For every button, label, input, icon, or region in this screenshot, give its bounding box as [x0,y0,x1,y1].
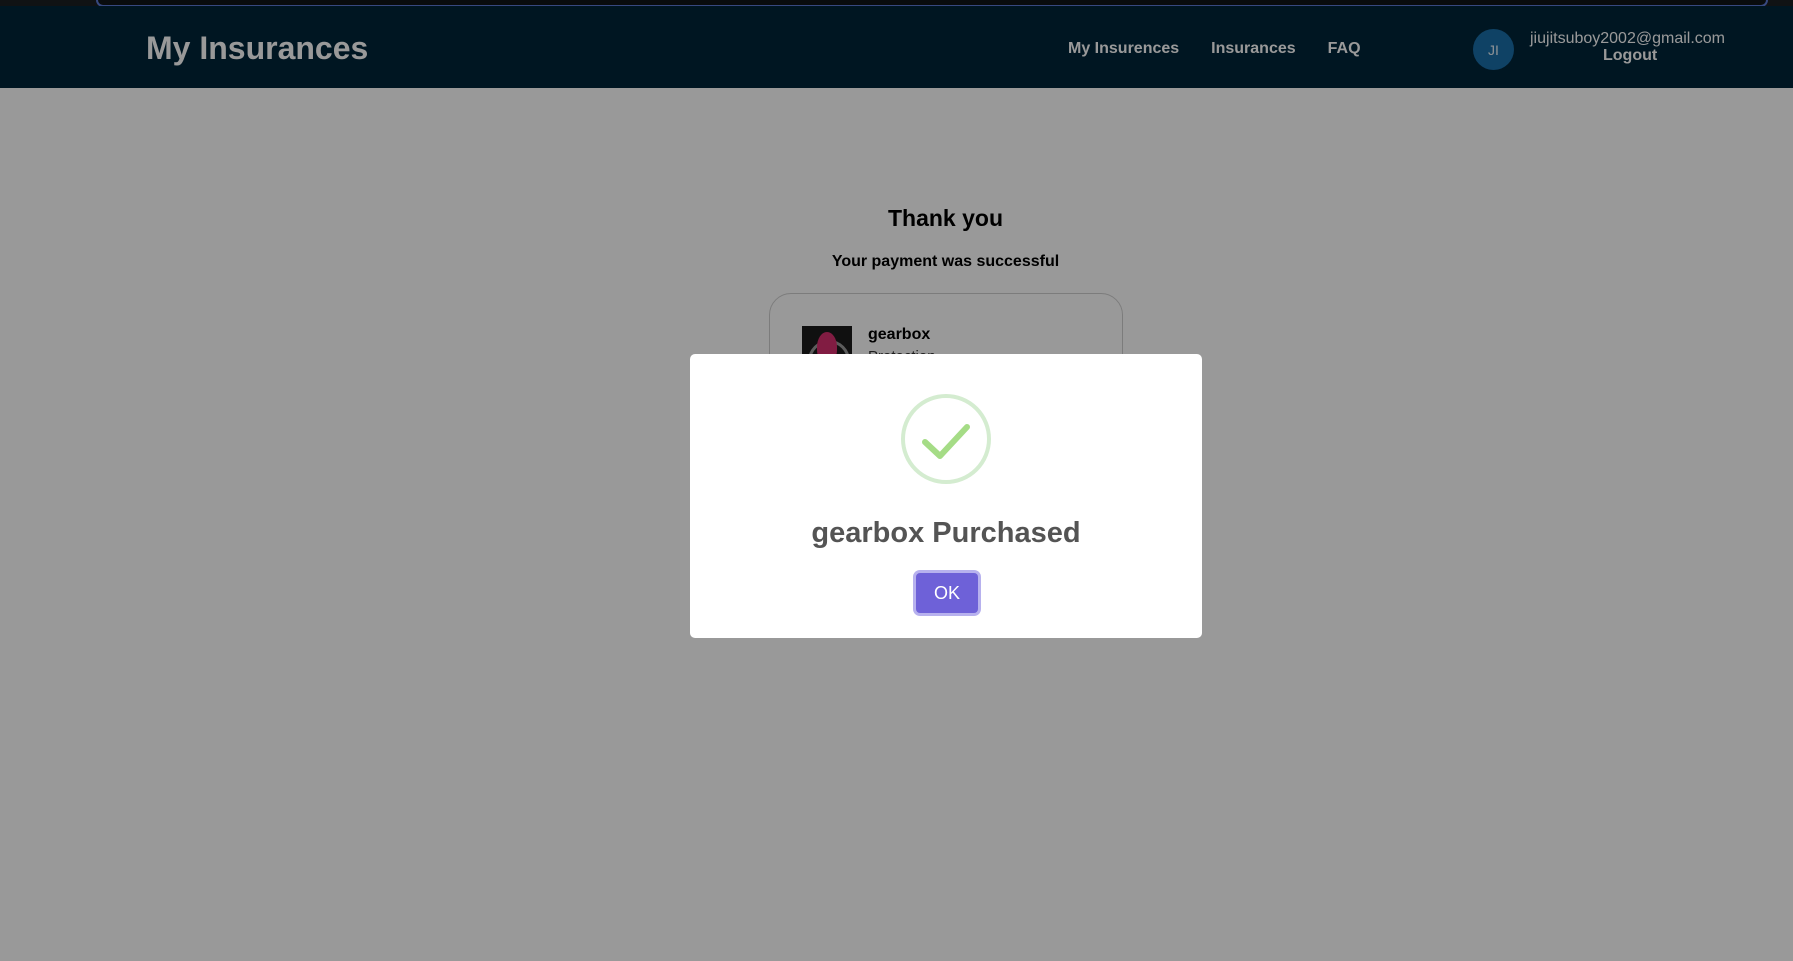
ok-button[interactable]: OK [916,573,978,613]
success-modal: gearbox Purchased OK [690,354,1202,638]
check-icon [901,394,991,484]
modal-title: gearbox Purchased [811,517,1081,549]
